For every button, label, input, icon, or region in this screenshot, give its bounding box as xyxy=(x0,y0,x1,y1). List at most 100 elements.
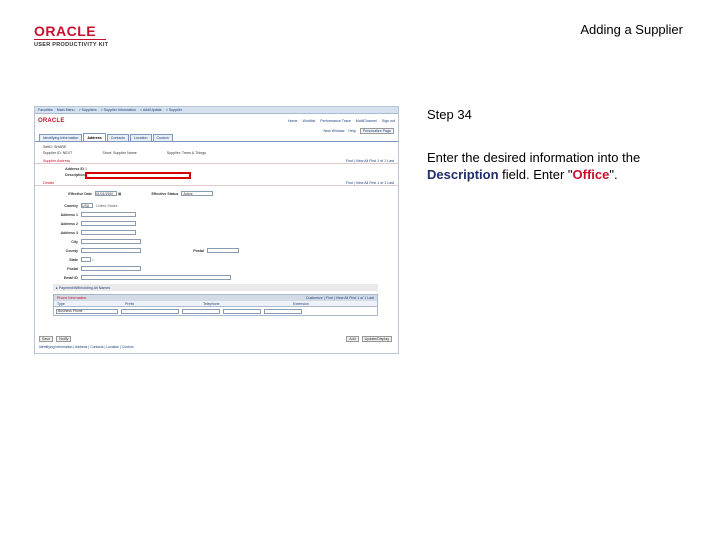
postal-field[interactable] xyxy=(207,248,239,253)
footer-links[interactable]: Identifying Information | Address | Cont… xyxy=(39,345,134,349)
city-field[interactable] xyxy=(81,239,141,244)
tab-identifying-information[interactable]: Identifying Information xyxy=(39,134,83,141)
telephone-field[interactable] xyxy=(223,308,261,314)
prefix-field[interactable] xyxy=(121,308,179,314)
expand-icon[interactable]: ▸ xyxy=(56,286,58,290)
county-row: County Postal xyxy=(35,246,398,255)
supplier-id-text: Supplier ID: NEXT xyxy=(43,151,73,155)
country-field[interactable]: USA xyxy=(81,203,93,208)
postal-row-label: Postal xyxy=(67,266,78,271)
lookup-icon[interactable]: ⌕ xyxy=(92,258,94,262)
section-nav[interactable]: Find | View All First 1 of 1 Last xyxy=(346,181,394,185)
instruction-value: Office xyxy=(572,167,610,182)
county-label: County xyxy=(65,248,78,253)
column-prefix[interactable]: Prefix xyxy=(122,302,200,306)
notify-button[interactable]: Notify xyxy=(56,335,72,342)
address-1-label: Address 1 xyxy=(60,212,78,217)
details-section-header: Details Find | View All First 1 of 1 Las… xyxy=(35,180,398,186)
grid-title: Phone Information xyxy=(57,296,87,300)
oracle-upk-logo: ORACLE USER PRODUCTIVITY KIT xyxy=(34,24,126,48)
update-display-button[interactable]: Update/Display xyxy=(361,335,392,342)
state-field[interactable] xyxy=(81,257,91,262)
logo-bar xyxy=(34,39,106,40)
help-link[interactable]: Help xyxy=(348,129,355,133)
section-title: Details xyxy=(43,180,54,185)
address-3-label: Address 3 xyxy=(60,230,78,235)
alt-names-link-bar: ▸ Payment/Withholding Alt Names xyxy=(53,284,378,291)
save-button[interactable]: Save xyxy=(39,335,54,342)
nav-item[interactable]: > Suppliers xyxy=(79,108,97,112)
address-2-label: Address 2 xyxy=(60,221,78,226)
document-title: Adding a Supplier xyxy=(580,22,683,37)
column-type[interactable]: Type xyxy=(54,302,122,306)
state-label: State xyxy=(69,257,78,262)
effective-status-select[interactable]: Active xyxy=(181,191,214,196)
logo-subtitle: USER PRODUCTIVITY KIT xyxy=(34,42,109,48)
nav-item[interactable]: > Supplier Information xyxy=(101,108,136,112)
tab-contacts[interactable]: Contacts xyxy=(106,134,129,141)
nav-item[interactable]: Main Menu xyxy=(57,108,75,112)
alt-names-link[interactable]: Payment/Withholding Alt Names xyxy=(59,286,110,290)
effective-date-label: Effective Date xyxy=(68,191,92,196)
button-bar: Save Notify Add Update/Display xyxy=(39,335,394,342)
sign-out-link[interactable]: Sign out xyxy=(382,119,395,123)
description-row: Description xyxy=(35,171,398,179)
header-links: Home Worklist Performance Trace MultiCha… xyxy=(288,119,395,123)
email-id-field[interactable] xyxy=(81,275,231,280)
app-header: ORACLE Home Worklist Performance Trace M… xyxy=(35,114,398,127)
city-row: City xyxy=(35,237,398,246)
description-label: Description xyxy=(65,173,85,177)
phone-type-select[interactable]: Business Phone xyxy=(56,308,118,314)
address-id-value: 1 xyxy=(85,167,87,171)
step-instruction: Enter the desired information into the D… xyxy=(427,149,697,183)
multichannel-link[interactable]: MultiChannel xyxy=(356,119,377,123)
supplier-name-text: Supplier: Trees & Things xyxy=(166,151,207,155)
personalize-page-link[interactable]: Personalize Page xyxy=(359,127,394,134)
address-1-field[interactable] xyxy=(81,212,136,217)
nav-item[interactable]: Favorites xyxy=(38,108,53,112)
logo-word: ORACLE xyxy=(34,23,97,39)
section-title: Supplier Address xyxy=(43,158,71,163)
address-2-field[interactable] xyxy=(81,221,136,226)
instruction-text: ". xyxy=(609,167,618,182)
address-3-field[interactable] xyxy=(81,230,136,235)
city-label: City xyxy=(71,239,78,244)
performance-trace-link[interactable]: Performance Trace xyxy=(320,119,351,123)
tab-address[interactable]: Address xyxy=(83,133,106,141)
effective-status-label: Effective Status xyxy=(151,191,179,196)
effective-row: Effective Date 01/01/1900 ▦ Effective St… xyxy=(35,189,398,198)
nav-item[interactable]: > Add/Update xyxy=(140,108,162,112)
tab-location[interactable]: Location xyxy=(129,134,152,141)
email-id-label: Email ID xyxy=(63,275,78,280)
extension-field[interactable] xyxy=(264,308,302,314)
section-nav[interactable]: Find | View All First 1 of 1 Last xyxy=(346,159,394,163)
email-id-row: Email ID xyxy=(35,273,398,282)
new-window-link[interactable]: New Window xyxy=(323,129,344,133)
country-row: Country USA United States xyxy=(35,201,398,210)
nav-item[interactable]: > Supplier xyxy=(166,108,182,112)
column-telephone[interactable]: Telephone xyxy=(200,302,290,306)
telephone-prefix-field[interactable] xyxy=(182,308,220,314)
postal-row: Postal xyxy=(35,264,398,273)
supplier-address-section-header: Supplier Address Find | View All First 1… xyxy=(35,158,398,164)
table-row: Business Phone xyxy=(54,307,377,315)
page-tabs: Identifying Information Address Contacts… xyxy=(35,133,398,142)
county-field[interactable] xyxy=(81,248,141,253)
worklist-link[interactable]: Worklist xyxy=(303,119,316,123)
column-extension[interactable]: Extension xyxy=(290,302,309,306)
grid-nav[interactable]: Customize | Find | View All First 1 of 1… xyxy=(306,296,374,300)
add-button[interactable]: Add xyxy=(346,335,359,342)
instruction-text: Enter the desired information into the xyxy=(427,150,641,165)
short-name-text: Short: Supplier Name xyxy=(102,151,137,155)
application-screenshot: Favorites Main Menu > Suppliers > Suppli… xyxy=(34,106,399,354)
supplier-info: SetID: SHARE Supplier ID: NEXT Short: Su… xyxy=(35,142,398,158)
postal-row-field[interactable] xyxy=(81,266,141,271)
tab-custom[interactable]: Custom xyxy=(152,134,173,141)
country-label: Country xyxy=(64,203,78,208)
effective-date-field[interactable]: 01/01/1900 xyxy=(95,191,117,196)
top-nav: Favorites Main Menu > Suppliers > Suppli… xyxy=(35,107,398,114)
address-2-row: Address 2 xyxy=(35,219,398,228)
description-field[interactable] xyxy=(85,171,191,179)
step-label: Step 34 xyxy=(427,107,472,122)
home-link[interactable]: Home xyxy=(288,119,298,123)
